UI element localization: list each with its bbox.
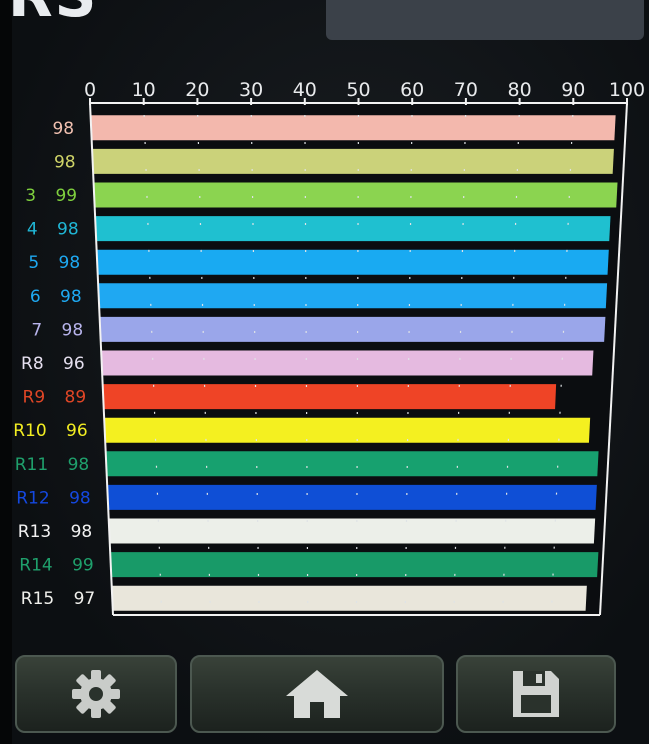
x-tick-label: 80	[508, 79, 532, 101]
x-tick-label: 0	[84, 79, 96, 101]
value-label: 98	[54, 152, 76, 172]
category-label: R9	[23, 388, 46, 408]
bar-chart: 0 10 20 30 40 50 60 70 80 90 10098983 994 985 986 987 9…	[13, 79, 645, 616]
x-tick-label: 20	[185, 79, 209, 101]
value-label: 97	[74, 589, 96, 609]
value-label: 98	[59, 253, 81, 273]
category-label: 6	[30, 287, 41, 307]
x-tick-label: 30	[239, 79, 263, 101]
value-label: 98	[68, 455, 90, 475]
x-tick-label: 90	[561, 79, 585, 101]
bar-r12	[107, 484, 597, 510]
value-label: 99	[55, 186, 77, 206]
value-label: 96	[63, 354, 85, 374]
bar-r2	[92, 148, 614, 174]
gear-icon	[72, 670, 120, 718]
category-label: 3	[25, 186, 36, 206]
bar-r15	[111, 585, 587, 611]
bar-r6	[98, 283, 608, 309]
value-label: 96	[66, 421, 88, 441]
floppy-disk-icon	[513, 671, 559, 717]
category-label: R12	[16, 488, 49, 508]
category-label: 4	[27, 220, 38, 240]
bar-r4	[95, 216, 611, 242]
bar-r1	[90, 115, 616, 141]
category-label: R10	[13, 421, 46, 441]
value-label: 98	[69, 488, 91, 508]
x-tick-label: 50	[346, 79, 370, 101]
category-label: R8	[21, 354, 44, 374]
home-icon	[286, 670, 348, 718]
category-label: 7	[31, 320, 42, 340]
value-label: 98	[60, 287, 82, 307]
x-tick-label: 10	[132, 79, 156, 101]
x-tick-label: 100	[609, 79, 645, 101]
bar-r13	[108, 518, 596, 544]
bar-r7	[99, 316, 606, 342]
x-tick-label: 60	[400, 79, 424, 101]
x-tick-label: 40	[293, 79, 317, 101]
home-button[interactable]	[190, 655, 444, 733]
settings-button[interactable]	[15, 655, 177, 733]
bar-r14	[110, 552, 599, 578]
bar-r3	[93, 182, 618, 208]
bar-r5	[96, 249, 609, 275]
bar-r11	[105, 451, 599, 477]
bar-r10	[104, 417, 591, 443]
device-screen: RS 89 0102030405060708090100989839949859…	[0, 0, 649, 744]
category-label: R15	[21, 589, 54, 609]
category-label: R11	[15, 455, 48, 475]
category-label: R14	[19, 556, 52, 576]
category-label: 5	[28, 253, 39, 273]
value-label: 98	[57, 220, 79, 240]
x-tick-label: 70	[454, 79, 478, 101]
value-label: 89	[65, 388, 87, 408]
value-label: 99	[72, 556, 94, 576]
category-label: R13	[18, 522, 51, 542]
bar-r8	[101, 350, 594, 376]
value-label: 98	[52, 119, 74, 139]
value-label: 98	[71, 522, 93, 542]
save-button[interactable]	[456, 655, 616, 733]
value-label: 98	[62, 320, 84, 340]
bar-r9	[102, 384, 557, 410]
